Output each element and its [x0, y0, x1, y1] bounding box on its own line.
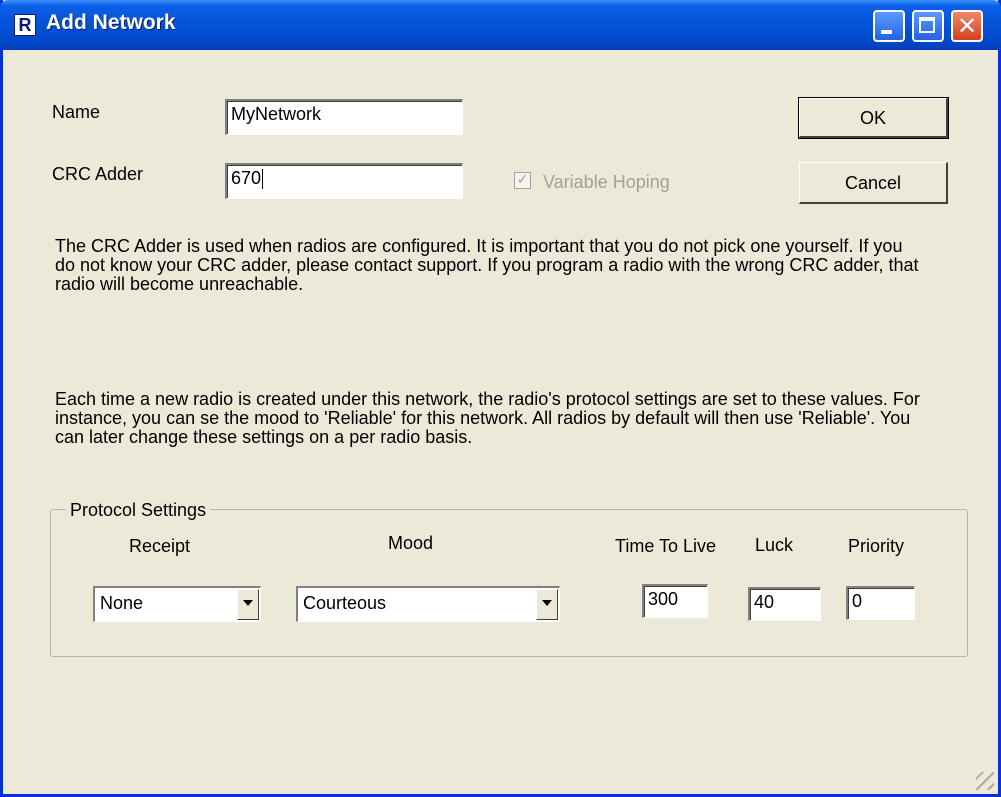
minimize-icon — [881, 30, 892, 34]
protocol-settings-title: Protocol Settings — [66, 500, 211, 521]
chevron-down-icon[interactable] — [536, 589, 558, 620]
name-label: Name — [52, 102, 101, 122]
protocol-help-text: Each time a new radio is created under t… — [55, 389, 920, 447]
window-title: Add Network — [46, 11, 176, 34]
protocol-settings-group — [50, 509, 968, 657]
crc-adder-field-value: 670 — [231, 168, 262, 188]
chevron-down-icon[interactable] — [237, 589, 259, 620]
minimize-button[interactable] — [873, 10, 905, 42]
cancel-button[interactable]: Cancel — [799, 162, 948, 204]
luck-value: 40 — [754, 592, 775, 612]
add-network-dialog: R Add Network ✕ Name MyNetwork CRC Adder… — [0, 0, 1001, 797]
variable-hoping-checkbox[interactable]: ✓ — [514, 172, 531, 189]
resize-grip-icon[interactable] — [976, 772, 994, 790]
receipt-label: Receipt — [129, 536, 191, 556]
crc-help-text: The CRC Adder is used when radios are co… — [55, 236, 919, 294]
receipt-select[interactable]: None — [93, 586, 261, 622]
mood-select[interactable]: Courteous — [296, 586, 560, 622]
luck-field[interactable]: 40 — [748, 587, 821, 621]
mood-select-value: Courteous — [303, 593, 387, 613]
name-field[interactable]: MyNetwork — [225, 99, 463, 135]
variable-hoping-label: Variable Hoping — [543, 172, 670, 192]
mood-label: Mood — [388, 533, 434, 553]
name-field-value: MyNetwork — [231, 104, 322, 124]
maximize-button[interactable] — [912, 10, 944, 42]
priority-value: 0 — [852, 591, 863, 611]
close-button[interactable]: ✕ — [951, 10, 983, 42]
crc-adder-label: CRC Adder — [52, 164, 144, 184]
time-to-live-field[interactable]: 300 — [642, 584, 708, 618]
priority-field[interactable]: 0 — [846, 586, 915, 620]
luck-label: Luck — [755, 535, 794, 555]
crc-adder-field[interactable]: 670 — [225, 163, 463, 199]
maximize-icon — [919, 17, 935, 33]
title-bar[interactable]: R Add Network ✕ — [0, 0, 1001, 50]
receipt-select-value: None — [100, 593, 144, 613]
close-icon: ✕ — [956, 12, 978, 40]
text-caret — [262, 169, 264, 190]
app-r-icon: R — [14, 14, 36, 36]
ok-button[interactable]: OK — [798, 97, 949, 139]
time-to-live-value: 300 — [648, 589, 679, 609]
time-to-live-label: Time To Live — [615, 536, 717, 556]
priority-label: Priority — [848, 536, 905, 556]
